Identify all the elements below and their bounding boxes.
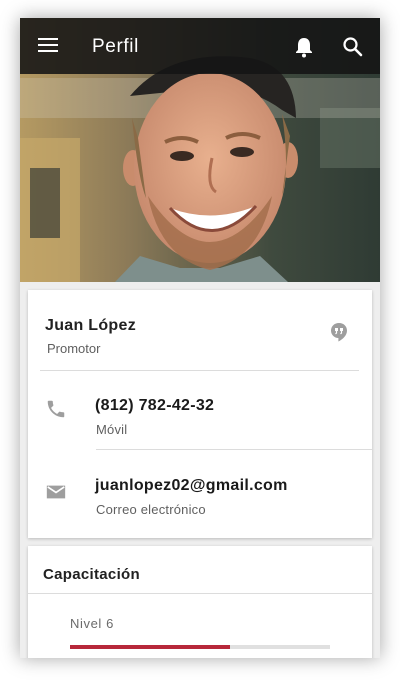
training-card: Capacitación Nivel 6 bbox=[28, 546, 372, 658]
profile-name: Juan López bbox=[45, 317, 137, 334]
phone-label: Móvil bbox=[96, 422, 128, 437]
app-bar: Perfil bbox=[20, 18, 380, 74]
phone-screen: Perfil Juan López Promotor (812) 782-42-… bbox=[20, 18, 380, 658]
profile-role: Promotor bbox=[47, 341, 101, 356]
email-row[interactable]: juanlopez02@gmail.com Correo electrónico bbox=[28, 450, 372, 536]
page-title: Perfil bbox=[92, 36, 139, 57]
menu-icon[interactable] bbox=[38, 38, 58, 54]
search-icon[interactable] bbox=[342, 36, 364, 58]
contact-card: Juan López Promotor (812) 782-42-32 Móvi… bbox=[28, 290, 372, 538]
phone-row[interactable]: (812) 782-42-32 Móvil bbox=[28, 371, 372, 449]
divider bbox=[28, 593, 372, 594]
bell-icon[interactable] bbox=[294, 36, 314, 58]
training-progress-bar bbox=[70, 645, 330, 649]
training-progress-fill bbox=[70, 645, 230, 649]
email-label: Correo electrónico bbox=[96, 502, 206, 517]
hangouts-icon[interactable] bbox=[330, 322, 348, 342]
phone-number: (812) 782-42-32 bbox=[95, 397, 215, 414]
mail-icon bbox=[45, 481, 67, 503]
phone-icon bbox=[45, 398, 67, 420]
training-level-label: Nivel 6 bbox=[70, 616, 114, 631]
email-address: juanlopez02@gmail.com bbox=[95, 477, 288, 494]
training-title: Capacitación bbox=[43, 566, 140, 583]
